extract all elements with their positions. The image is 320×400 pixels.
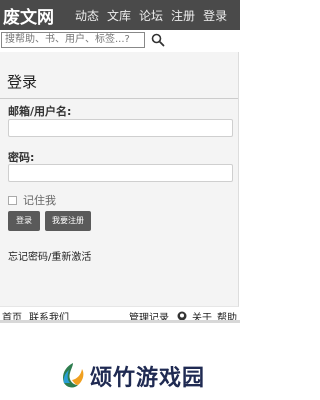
nav-register-link[interactable]: 注册 [171, 7, 195, 24]
remember-label: 记住我 [23, 194, 56, 207]
search-input[interactable] [1, 32, 145, 48]
nav-activity-link[interactable]: 动态 [75, 7, 99, 24]
remember-checkbox[interactable] [8, 195, 17, 205]
password-label: 密码: [8, 151, 35, 164]
main-nav: 动态 文库 论坛 注册 登录 [75, 7, 235, 24]
footer-divider [0, 320, 240, 323]
bamboo-logo-icon [63, 363, 84, 388]
password-field[interactable] [8, 164, 233, 182]
login-panel: 登录 邮箱/用户名: 密码: 记住我 登录 我要注册 忘记密码/重新激活 [0, 52, 239, 307]
watermark-text: 颂竹游戏园 [90, 366, 206, 391]
nav-forum-link[interactable]: 论坛 [139, 7, 163, 24]
login-button[interactable]: 登录 [8, 211, 40, 231]
forgot-password-link[interactable]: 忘记密码/重新激活 [8, 248, 91, 263]
top-navbar: 废文网 动态 文库 论坛 注册 登录 [0, 0, 240, 30]
title-divider [0, 98, 238, 99]
nav-login-link[interactable]: 登录 [203, 7, 227, 24]
register-button[interactable]: 我要注册 [45, 211, 91, 231]
login-title: 登录 [7, 73, 38, 91]
email-label: 邮箱/用户名: [8, 105, 72, 118]
site-logo[interactable]: 废文网 [0, 3, 75, 28]
nav-library-link[interactable]: 文库 [107, 7, 131, 24]
email-field[interactable] [8, 119, 233, 137]
watermark-brand: 颂竹游戏园 [58, 360, 205, 392]
search-icon[interactable] [151, 33, 165, 47]
remember-me[interactable]: 记住我 [8, 192, 56, 208]
